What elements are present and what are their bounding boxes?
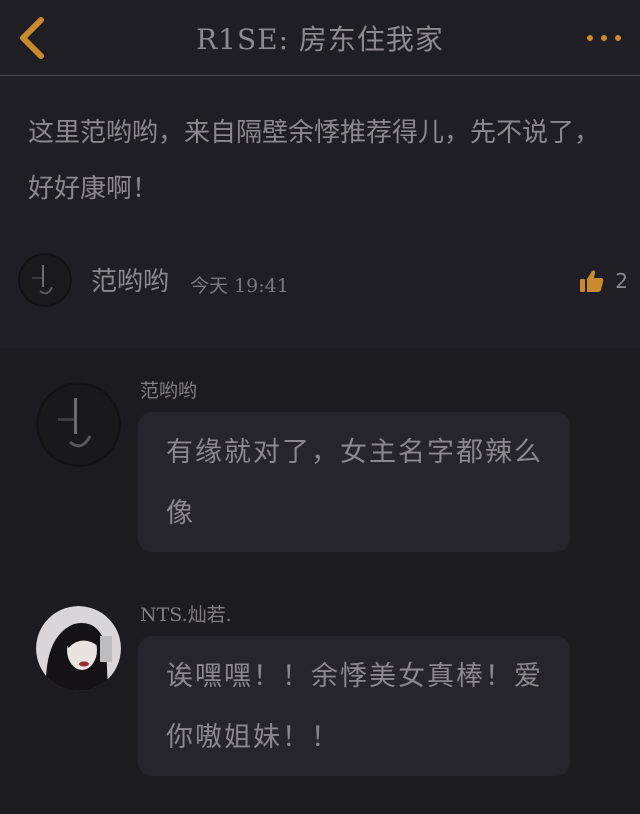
comment-author[interactable]: 范哟哟: [140, 376, 197, 403]
post-author-row: 范哟哟 今天 19:41 2: [18, 251, 628, 311]
comment-bubble: 诶嘿嘿！！余悸美女真棒！爱你嗷姐妹！！: [138, 636, 570, 776]
page-title: R1SE: 房东住我家: [196, 23, 444, 56]
comment-avatar[interactable]: [36, 382, 121, 467]
author-name[interactable]: 范哟哟: [91, 261, 169, 298]
thumbs-up-icon: [580, 270, 604, 292]
like-button[interactable]: 2: [579, 265, 628, 297]
comment-author[interactable]: NTS.灿若.: [140, 600, 232, 627]
post-card: 这里范哟哟，来自隔壁余悸推荐得儿，先不说了，好好康啊！ 范哟哟 今天 19:41…: [0, 77, 640, 347]
more-button[interactable]: [582, 24, 626, 52]
post-timestamp: 今天 19:41: [190, 275, 289, 297]
like-count: 2: [615, 269, 628, 293]
author-avatar[interactable]: [18, 253, 72, 307]
comment-bubble: 有缘就对了，女主名字都辣么像: [138, 412, 570, 552]
more-dots-icon: [587, 35, 621, 41]
comment-avatar[interactable]: [36, 606, 121, 691]
post-body: 这里范哟哟，来自隔壁余悸推荐得儿，先不说了，好好康啊！: [28, 118, 601, 204]
top-bar: R1SE: 房东住我家: [0, 0, 640, 76]
comment-list: 范哟哟 有缘就对了，女主名字都辣么像 NTS.灿若. 诶嘿嘿！！余悸美女真棒！爱…: [0, 348, 640, 814]
